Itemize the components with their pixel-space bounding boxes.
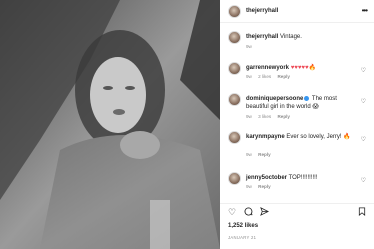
like-count[interactable]: 1,252 likes (228, 223, 258, 229)
heart-outline-icon[interactable]: ♡ (361, 136, 366, 143)
post-photo[interactable] (0, 0, 220, 249)
heart-outline-icon[interactable]: ♡ (361, 67, 366, 74)
heart-outline-icon[interactable]: ♡ (228, 207, 236, 218)
reply-button[interactable]: Reply (277, 114, 290, 119)
avatar[interactable] (228, 62, 241, 75)
heart-outline-icon[interactable]: ♡ (361, 177, 366, 184)
comment-likes[interactable]: 3 likes (258, 114, 271, 119)
comment-text: TOP!!!!!!!!!! (288, 175, 318, 181)
heart-outline-icon[interactable]: ♡ (361, 98, 366, 105)
post-date: JANUARY 21 (228, 235, 257, 240)
comment-username[interactable]: karynmpayne (246, 134, 285, 140)
avatar[interactable] (228, 172, 241, 185)
comment-username[interactable]: jenny5october (246, 175, 287, 181)
post-header: thejerryhall ••• (220, 0, 374, 23)
comment-username[interactable]: dominiquepersoone (246, 96, 303, 102)
caption-text: Vintage. (280, 34, 302, 40)
comment-likes[interactable]: 2 likes (258, 74, 271, 79)
comment-time: 9w (246, 184, 252, 189)
comment-time: 9w (246, 74, 252, 79)
shocked-emoji: 😱 (312, 104, 319, 110)
caption-username[interactable]: thejerryhall (246, 34, 278, 40)
avatar[interactable] (228, 131, 241, 144)
post-username[interactable]: thejerryhall (246, 8, 278, 14)
comment-text: Ever so lovely, Jerry! (286, 134, 342, 140)
comment-icon[interactable] (244, 207, 253, 218)
fire-emoji: 🔥 (343, 134, 351, 140)
more-horizontal-icon[interactable]: ••• (362, 6, 368, 15)
reply-button[interactable]: Reply (277, 74, 290, 79)
fire-emoji: 🔥 (308, 65, 316, 71)
reply-button[interactable]: Reply (258, 184, 271, 189)
reply-button[interactable]: Reply (258, 152, 271, 157)
comment-text: ♥♥♥♥♥ (290, 65, 309, 71)
share-icon[interactable] (260, 207, 270, 218)
avatar[interactable] (228, 93, 241, 106)
post-side-panel: thejerryhall ••• thejerryhall Vintage. 9… (220, 0, 374, 249)
verified-badge-icon (304, 95, 310, 101)
comment-time: 9w (246, 152, 252, 157)
bookmark-icon[interactable] (358, 207, 366, 218)
photo-illustration (0, 0, 220, 249)
avatar[interactable] (228, 5, 241, 18)
comment-username[interactable]: garrennewyork (246, 65, 289, 71)
avatar[interactable] (228, 31, 241, 44)
comment-time: 9w (246, 114, 252, 119)
action-bar: ♡ (220, 203, 374, 219)
caption-time: 9w (246, 44, 252, 49)
